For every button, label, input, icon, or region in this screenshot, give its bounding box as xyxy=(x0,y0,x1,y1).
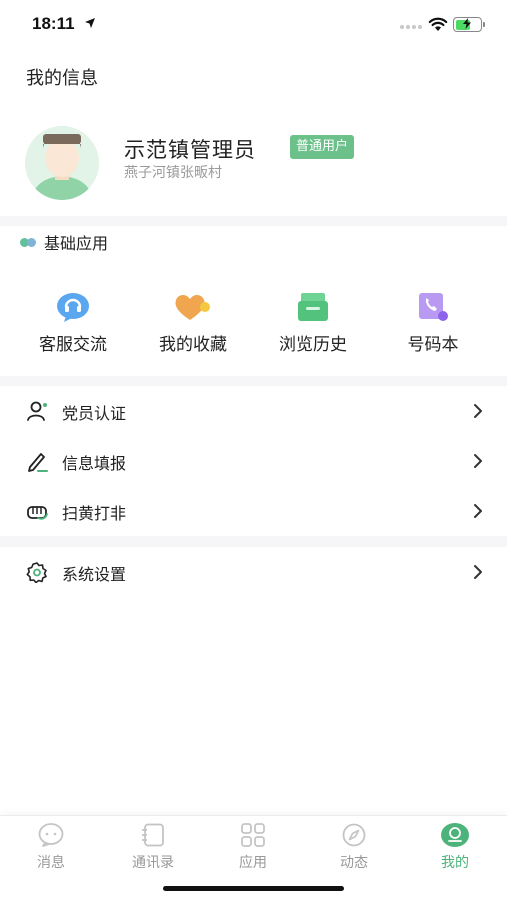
app-label: 浏览历史 xyxy=(279,335,347,355)
tab-messages[interactable]: 消息 xyxy=(11,822,91,872)
tab-label: 消息 xyxy=(37,855,65,871)
tab-label: 通讯录 xyxy=(132,855,174,871)
menu-item-label: 党员认证 xyxy=(62,404,127,423)
apps-grid-icon xyxy=(241,823,265,847)
history-icon xyxy=(298,293,328,321)
profile-card[interactable]: 示范镇管理员 普通用户 燕子河镇张畈村 xyxy=(0,118,507,218)
location-arrow-icon xyxy=(85,18,95,28)
menu-item-label: 系统设置 xyxy=(62,565,127,584)
tab-label: 我的 xyxy=(441,855,469,871)
compass-icon xyxy=(342,823,366,847)
heart-icon xyxy=(175,294,210,320)
basic-apps-header: 基础应用 xyxy=(20,230,108,254)
section-divider xyxy=(0,536,507,547)
user-verify-icon xyxy=(27,401,47,421)
menu-item-system-settings[interactable]: 系统设置 xyxy=(0,547,507,597)
signal-icon xyxy=(400,25,422,29)
user-village: 燕子河镇张畈村 xyxy=(124,165,222,181)
chevron-right-icon xyxy=(474,404,482,418)
tab-label: 动态 xyxy=(340,855,368,871)
app-favorites[interactable]: 我的收藏 xyxy=(138,290,248,355)
gear-icon xyxy=(26,562,47,583)
battery-icon xyxy=(453,17,485,32)
page-title: 我的信息 xyxy=(26,68,98,89)
home-indicator[interactable] xyxy=(163,886,344,891)
fist-icon xyxy=(27,506,48,520)
tab-contacts[interactable]: 通讯录 xyxy=(113,822,193,872)
app-label: 客服交流 xyxy=(39,335,107,355)
wifi-icon xyxy=(428,17,448,31)
section-dots-icon xyxy=(20,237,36,247)
user-name: 示范镇管理员 xyxy=(124,138,256,162)
chevron-right-icon xyxy=(474,504,482,518)
tab-apps[interactable]: 应用 xyxy=(213,822,293,872)
tab-mine[interactable]: 我的 xyxy=(415,822,495,872)
menu-item-label: 信息填报 xyxy=(62,454,127,473)
status-time: 18:11 xyxy=(32,14,75,33)
menu-item-label: 扫黄打非 xyxy=(62,504,127,523)
basic-apps-grid: 客服交流 我的收藏 浏览历史 号码本 xyxy=(0,290,507,360)
phonebook-icon xyxy=(419,293,448,321)
user-type-badge: 普通用户 xyxy=(290,135,355,159)
app-customer-service[interactable]: 客服交流 xyxy=(18,290,128,355)
chevron-right-icon xyxy=(474,565,482,579)
tab-label: 应用 xyxy=(239,855,267,871)
app-label: 号码本 xyxy=(407,335,459,355)
tab-moments[interactable]: 动态 xyxy=(314,822,394,872)
basic-apps-title: 基础应用 xyxy=(44,234,109,253)
section-divider xyxy=(0,216,507,226)
pencil-icon xyxy=(28,453,48,472)
avatar-face-icon xyxy=(25,126,99,200)
message-icon xyxy=(38,823,64,847)
app-browse-history[interactable]: 浏览历史 xyxy=(258,290,368,355)
menu-item-party-member-verify[interactable]: 党员认证 xyxy=(0,386,507,436)
status-bar: 18:11 xyxy=(0,0,507,52)
profile-icon xyxy=(441,823,469,847)
menu-item-info-report[interactable]: 信息填报 xyxy=(0,436,507,486)
menu-item-anti-porn[interactable]: 扫黄打非 xyxy=(0,486,507,536)
chat-icon xyxy=(57,293,89,322)
app-label: 我的收藏 xyxy=(159,335,227,355)
contacts-icon xyxy=(142,823,164,847)
chevron-right-icon xyxy=(474,454,482,468)
avatar[interactable] xyxy=(25,126,99,200)
section-divider xyxy=(0,376,507,386)
app-phonebook[interactable]: 号码本 xyxy=(378,290,488,355)
